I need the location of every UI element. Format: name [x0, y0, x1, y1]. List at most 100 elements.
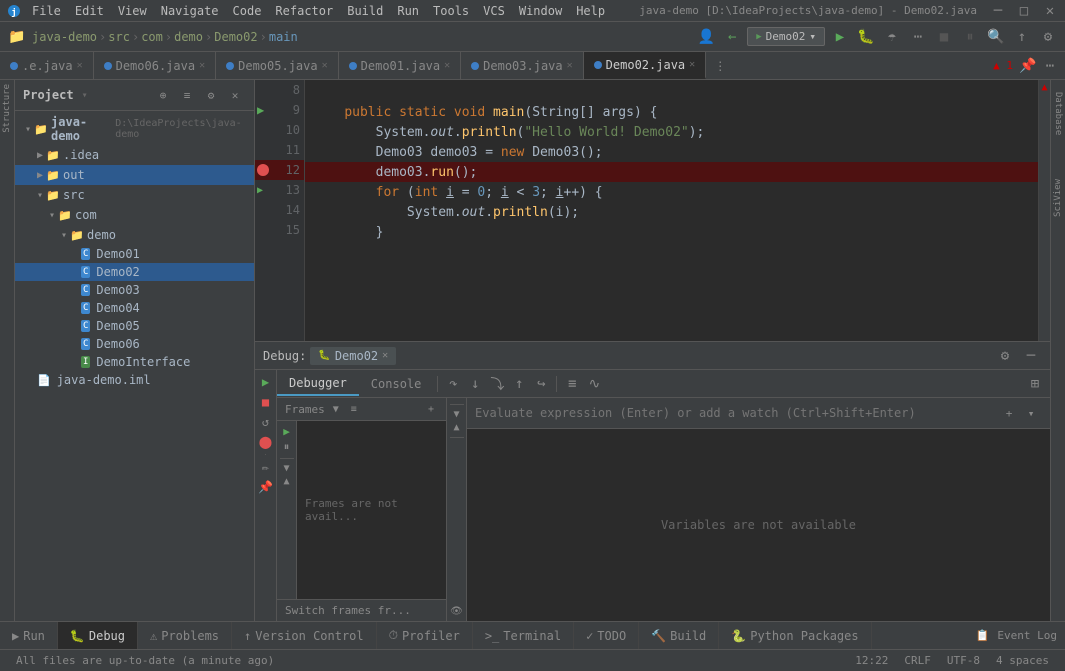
minimize-button[interactable]: ─	[987, 0, 1009, 22]
tree-item-demo04[interactable]: C Demo04	[15, 299, 254, 317]
step-out-icon[interactable]: ↑	[508, 373, 530, 395]
menu-refactor[interactable]: Refactor	[269, 2, 339, 20]
tab-demo01[interactable]: Demo01.java ✕	[339, 52, 462, 79]
step-over-icon[interactable]: ↷	[442, 373, 464, 395]
tab-e-java[interactable]: .e.java ✕	[0, 52, 94, 79]
more-run-icon[interactable]: ⋯	[907, 26, 929, 48]
run-to-cursor-icon[interactable]: ↪	[530, 373, 552, 395]
menu-vcs[interactable]: VCS	[477, 2, 511, 20]
pause-button[interactable]: ⏸	[959, 26, 981, 48]
menu-build[interactable]: Build	[341, 2, 389, 20]
tab-console[interactable]: Console	[359, 373, 434, 395]
code-editor[interactable]: public static void main(String[] args) {…	[305, 80, 1038, 341]
tree-item-demointerface[interactable]: I DemoInterface	[15, 353, 254, 371]
search-button[interactable]: 🔍	[985, 26, 1007, 48]
vars-down-icon[interactable]: ▼	[453, 409, 459, 420]
tree-item-demo02[interactable]: C Demo02	[15, 263, 254, 281]
trace-icon[interactable]: ∿	[583, 373, 605, 395]
tree-item-demo06[interactable]: C Demo06	[15, 335, 254, 353]
bottom-tab-terminal[interactable]: >_ Terminal	[473, 622, 574, 649]
tree-item-iml[interactable]: 📄 java-demo.iml	[15, 371, 254, 389]
breadcrumb-method[interactable]: main	[269, 30, 298, 44]
tab-close-icon[interactable]: ✕	[444, 60, 450, 71]
structure-panel-label[interactable]: Structure	[2, 84, 12, 133]
mute-breakpoints-icon[interactable]: ⬤	[258, 434, 274, 450]
tree-item-idea[interactable]: ▶ 📁 .idea	[15, 145, 254, 165]
tab-close-icon[interactable]: ✕	[77, 60, 83, 71]
add-watch-icon[interactable]: +	[998, 402, 1020, 424]
database-panel-label[interactable]: Database	[1051, 84, 1065, 143]
tab-debugger[interactable]: Debugger	[277, 372, 359, 396]
tab-close-icon[interactable]: ✕	[689, 59, 695, 70]
close-button[interactable]: ✕	[1039, 0, 1061, 22]
down-arrow-icon[interactable]: ▼	[283, 463, 289, 474]
settings-debug-icon[interactable]: ✏	[258, 459, 274, 475]
tab-close-icon[interactable]: ✕	[567, 60, 573, 71]
tree-item-demo[interactable]: ▾ 📁 demo	[15, 225, 254, 245]
breadcrumb-com[interactable]: com	[141, 30, 163, 44]
breadcrumb-src[interactable]: src	[108, 30, 130, 44]
up-arrow-icon[interactable]: ▲	[283, 476, 289, 487]
rerun-icon[interactable]: ↺	[258, 414, 274, 430]
event-log-label[interactable]: Event Log	[997, 629, 1057, 642]
tree-item-out[interactable]: ▶ 📁 out	[15, 165, 254, 185]
event-log-icon[interactable]: 📋	[971, 625, 993, 647]
resume-icon[interactable]: ▶	[258, 374, 274, 390]
coverage-button[interactable]: ☂	[881, 26, 903, 48]
bottom-tab-python[interactable]: 🐍 Python Packages	[719, 622, 871, 649]
tree-item-root[interactable]: ▾ 📁 java-demo D:\IdeaProjects\java-demo	[15, 113, 254, 145]
pause-small-icon[interactable]: ⏸	[284, 440, 290, 454]
frames-add-icon[interactable]: +	[424, 402, 438, 416]
eye-icon[interactable]: 👁	[450, 606, 463, 617]
tree-item-com[interactable]: ▾ 📁 com	[15, 205, 254, 225]
project-dropdown-icon[interactable]: ▾	[82, 90, 88, 101]
vcs-arrow-icon[interactable]: ←	[721, 26, 743, 48]
breadcrumb-class[interactable]: Demo02	[214, 30, 257, 44]
run-config-dropdown[interactable]: ▶ Demo02 ▾	[747, 27, 825, 46]
bottom-tab-build[interactable]: 🔨 Build	[639, 622, 719, 649]
close-panel-icon[interactable]: ✕	[224, 84, 246, 106]
charset-display[interactable]: UTF-8	[939, 654, 988, 667]
collapse-all-icon[interactable]: ≡	[176, 84, 198, 106]
editor-settings-icon[interactable]: ⋯	[1039, 55, 1061, 77]
tree-item-demo05[interactable]: C Demo05	[15, 317, 254, 335]
tree-item-src[interactable]: ▾ 📁 src	[15, 185, 254, 205]
stop-debug-icon[interactable]: ■	[258, 394, 274, 410]
line-separator-display[interactable]: CRLF	[896, 654, 939, 667]
settings-icon[interactable]: ⚙	[1037, 26, 1059, 48]
tree-item-demo03[interactable]: C Demo03	[15, 281, 254, 299]
step-into-icon[interactable]: ↓	[464, 373, 486, 395]
menu-file[interactable]: File	[26, 2, 67, 20]
menu-window[interactable]: Window	[513, 2, 568, 20]
tab-demo06[interactable]: Demo06.java ✕	[94, 52, 217, 79]
bottom-tab-todo[interactable]: ✓ TODO	[574, 622, 639, 649]
menu-view[interactable]: View	[112, 2, 153, 20]
run-button[interactable]: ▶	[829, 26, 851, 48]
stop-button[interactable]: ■	[933, 26, 955, 48]
menu-help[interactable]: Help	[570, 2, 611, 20]
frames-filter-icon[interactable]: ▼	[329, 402, 343, 416]
maximize-button[interactable]: □	[1013, 0, 1035, 22]
frames-sort-icon[interactable]: ≡	[347, 402, 361, 416]
restore-layout-icon[interactable]: ⊞	[1024, 373, 1046, 395]
vcs-update-icon[interactable]: 👤	[695, 26, 717, 48]
menu-edit[interactable]: Edit	[69, 2, 110, 20]
force-step-into-icon[interactable]: ⤵	[486, 373, 508, 395]
bottom-tab-problems[interactable]: ⚠ Problems	[138, 622, 232, 649]
tab-demo02[interactable]: Demo02.java ✕	[584, 52, 707, 79]
breadcrumb-demo[interactable]: demo	[174, 30, 203, 44]
menu-navigate[interactable]: Navigate	[155, 2, 225, 20]
watch-dropdown-icon[interactable]: ▾	[1020, 402, 1042, 424]
menu-run[interactable]: Run	[391, 2, 425, 20]
eval-expr-icon[interactable]: ≡	[561, 373, 583, 395]
debug-session-close[interactable]: ✕	[382, 350, 388, 361]
project-view-icon[interactable]: 📁	[6, 26, 28, 48]
menu-code[interactable]: Code	[227, 2, 268, 20]
pin-icon[interactable]: 📌	[258, 479, 274, 495]
editor-scrollbar[interactable]: ▲	[1038, 80, 1050, 341]
indent-display[interactable]: 4 spaces	[988, 654, 1057, 667]
tab-close-icon[interactable]: ✕	[199, 60, 205, 71]
update-icon[interactable]: ↑	[1011, 26, 1033, 48]
sciview-panel-label[interactable]: SciView	[1051, 171, 1065, 225]
debug-session-tab[interactable]: 🐛 Demo02 ✕	[310, 347, 396, 365]
